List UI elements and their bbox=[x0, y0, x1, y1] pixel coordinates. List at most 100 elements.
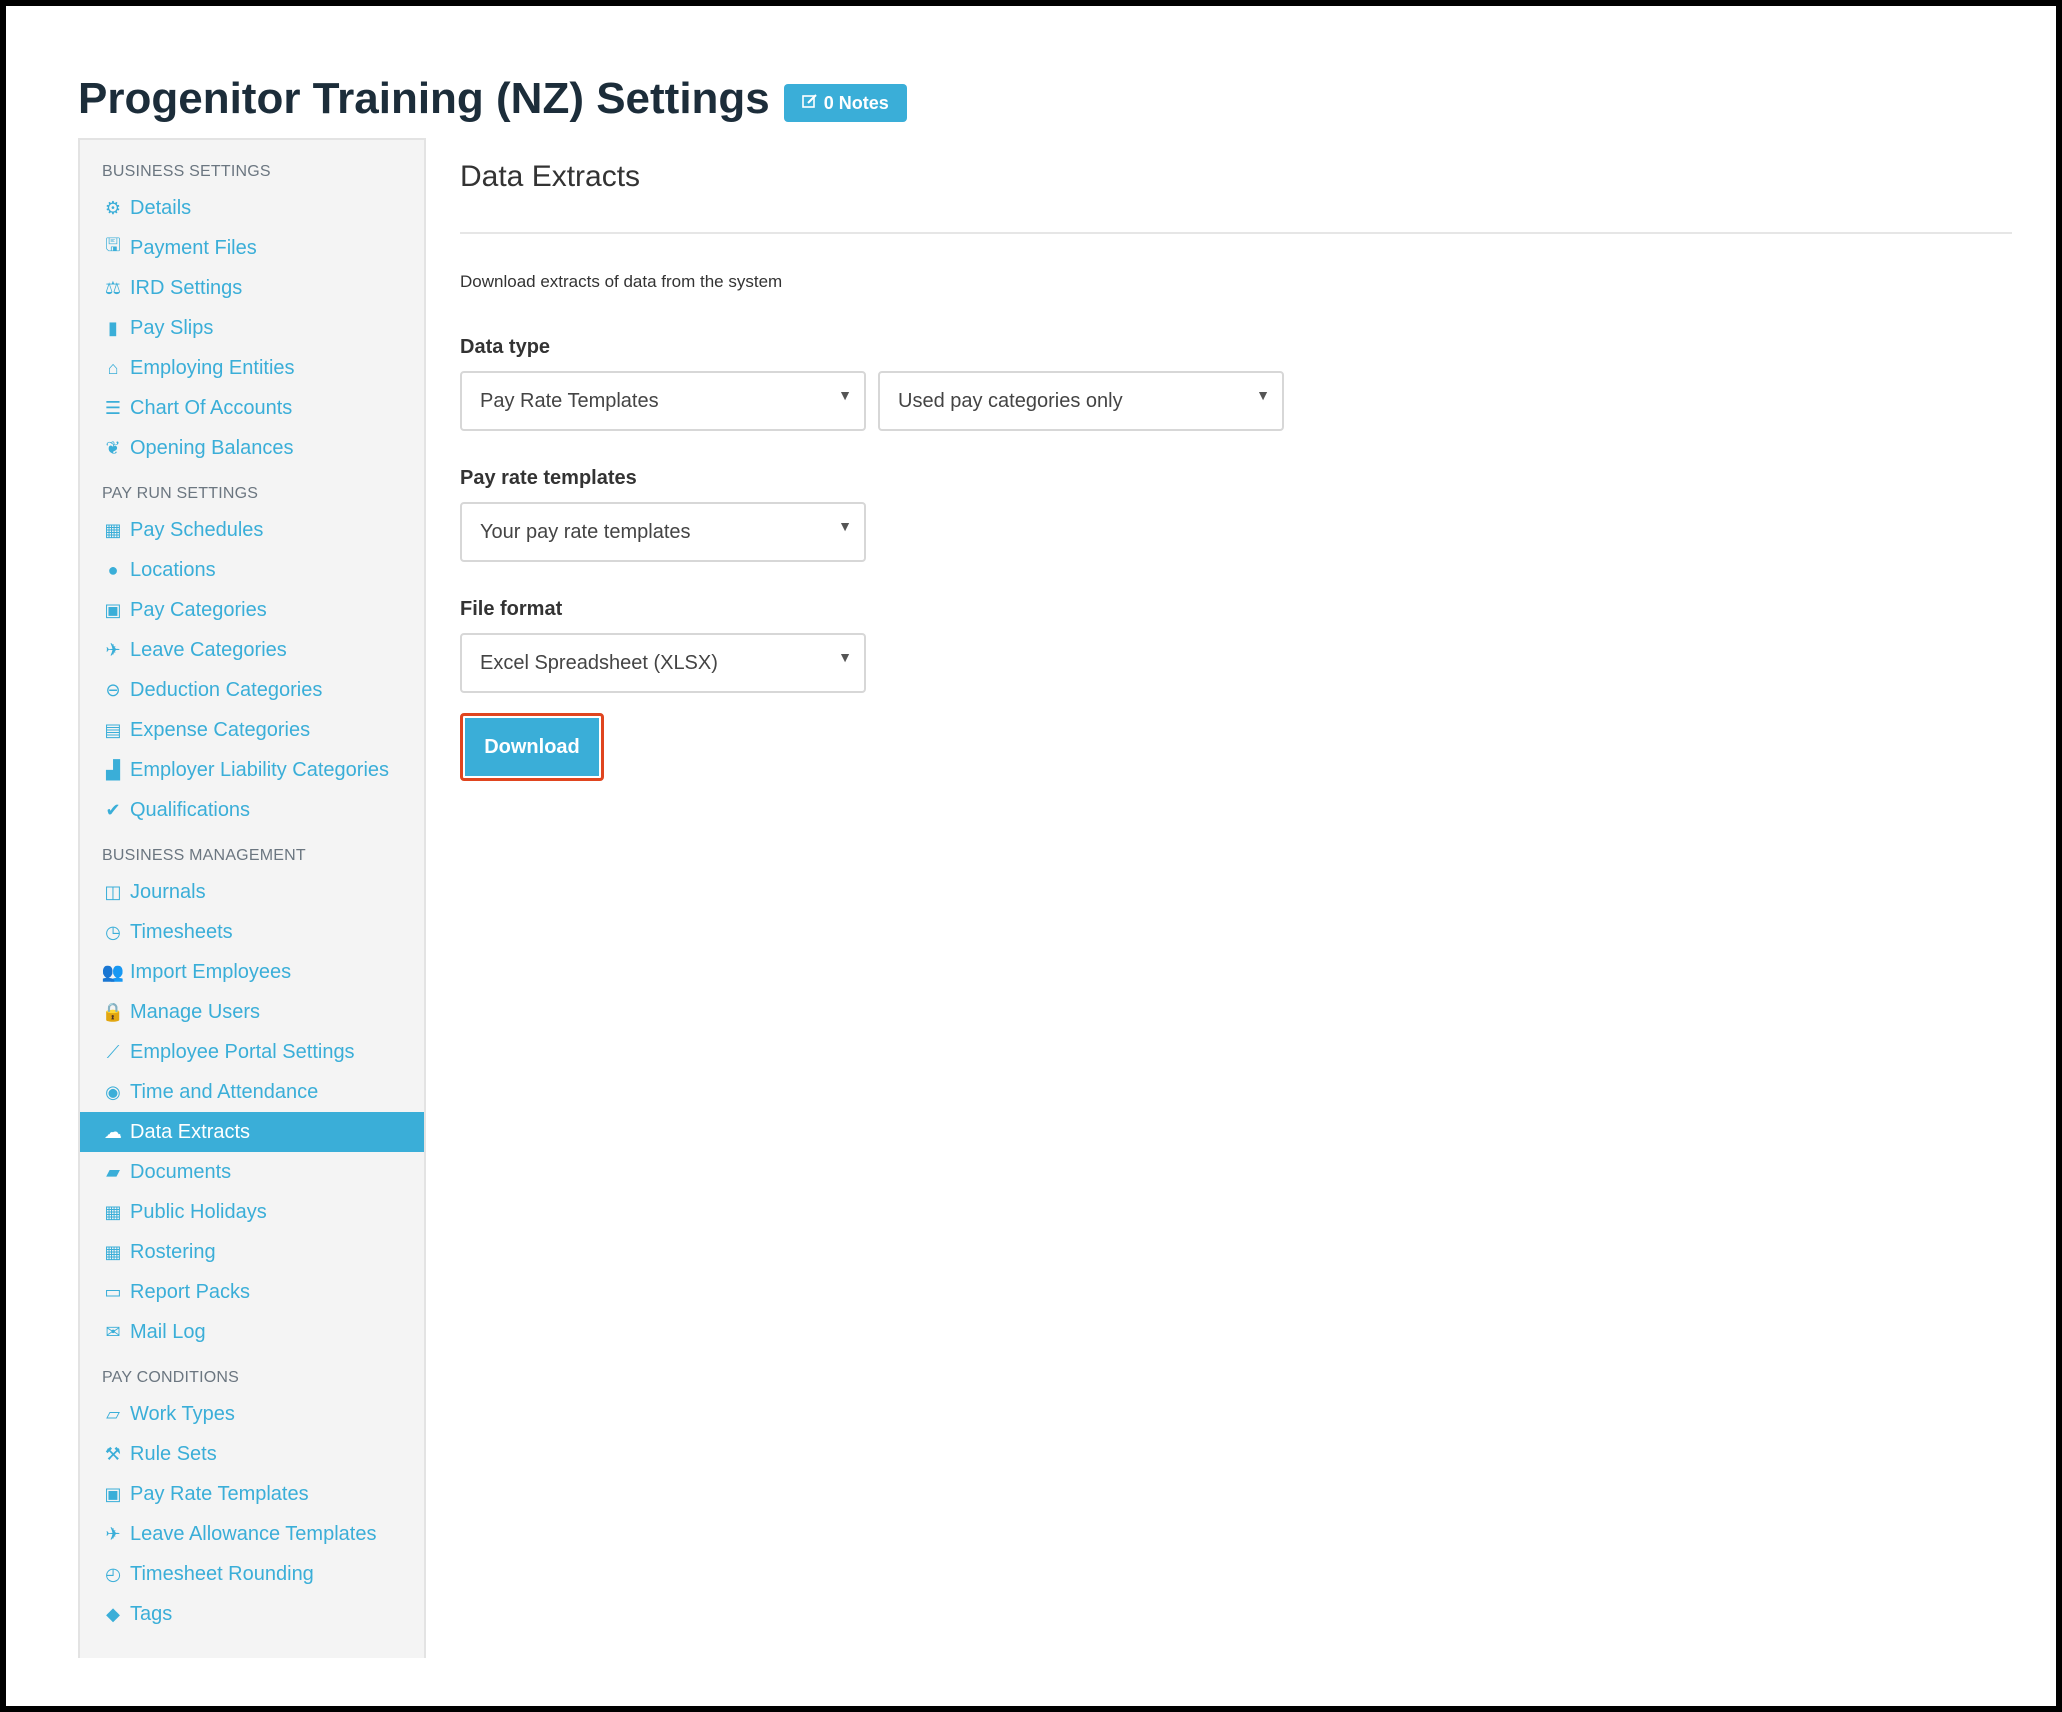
sidebar-item-label: Documents bbox=[130, 1160, 232, 1183]
file-format-label: File format bbox=[460, 598, 563, 620]
sidebar-item-label: Public Holidays bbox=[130, 1200, 267, 1223]
folder-icon: ▰ bbox=[106, 1161, 120, 1182]
sidebar-item-label: Pay Categories bbox=[130, 598, 267, 621]
section-title: Data Extracts bbox=[460, 160, 641, 193]
sidebar-item-label: Timesheets bbox=[130, 920, 233, 943]
book-icon: ▱ bbox=[106, 1403, 120, 1424]
sidebar-item-mail-log[interactable]: ✉ Mail Log bbox=[80, 1312, 424, 1352]
sidebar-item-label: Rostering bbox=[130, 1240, 216, 1263]
pay-rate-templates-value: Your pay rate templates bbox=[480, 520, 691, 543]
notes-button[interactable]: 0 Notes bbox=[783, 84, 907, 122]
cloud-download-icon: ☁ bbox=[104, 1121, 122, 1142]
sidebar-item-label: Manage Users bbox=[130, 1000, 261, 1023]
sidebar-item-data-extracts[interactable]: ☁ Data Extracts bbox=[80, 1112, 424, 1152]
users-icon: 👥 bbox=[101, 961, 125, 982]
tag-icon: ◆ bbox=[106, 1603, 120, 1624]
sidebar-item-time-and-attendance[interactable]: ◉ Time and Attendance bbox=[80, 1072, 424, 1112]
data-type-filter-value: Used pay categories only bbox=[898, 389, 1123, 412]
sidebar-item-rule-sets[interactable]: ⚒ Rule Sets bbox=[80, 1434, 424, 1474]
sidebar-item-details[interactable]: ⚙ Details bbox=[80, 188, 424, 228]
settings-sidebar: BUSINESS SETTINGS ⚙ Details 🖫 Payment File… bbox=[78, 138, 426, 1658]
sidebar-item-pay-schedules[interactable]: ▦ Pay Schedules bbox=[80, 510, 424, 550]
sidebar-item-rostering[interactable]: ▦ Rostering bbox=[80, 1232, 424, 1272]
archive-icon: ▤ bbox=[104, 719, 122, 740]
data-type-select[interactable]: Pay Rate Templates ▼ bbox=[460, 371, 866, 431]
sidebar-item-label: Timesheet Rounding bbox=[130, 1562, 314, 1585]
sidebar-item-locations[interactable]: ● Locations bbox=[80, 550, 424, 590]
envelope-icon: ✉ bbox=[105, 1321, 121, 1342]
sidebar-item-pay-rate-templates[interactable]: ▣ Pay Rate Templates bbox=[80, 1474, 424, 1514]
sidebar-item-leave-categories[interactable]: ✈ Leave Categories bbox=[80, 630, 424, 670]
leaf-icon: ❦ bbox=[105, 437, 121, 458]
file-format-row: Excel Spreadsheet (XLSX) ▼ bbox=[460, 633, 2012, 693]
calendar-icon: ▦ bbox=[104, 1201, 122, 1222]
sidebar-item-label: Deduction Categories bbox=[130, 678, 323, 701]
sidebar-item-report-packs[interactable]: ▭ Report Packs bbox=[80, 1272, 424, 1312]
page-title: Progenitor Training (NZ) Settings bbox=[78, 74, 770, 123]
sidebar-section-label: BUSINESS SETTINGS bbox=[102, 163, 271, 180]
pay-rate-templates-row: Your pay rate templates ▼ bbox=[460, 502, 2012, 562]
sidebar-item-payment-files[interactable]: 🖫 Payment Files bbox=[80, 228, 424, 268]
sidebar-item-ird-settings[interactable]: ⚖ IRD Settings bbox=[80, 268, 424, 308]
file-format-select[interactable]: Excel Spreadsheet (XLSX) ▼ bbox=[460, 633, 866, 693]
download-highlight: Download bbox=[460, 713, 604, 781]
sidebar-item-label: Report Packs bbox=[130, 1280, 251, 1303]
caret-down-icon: ▼ bbox=[838, 387, 852, 403]
columns-icon: ◫ bbox=[104, 881, 122, 902]
sidebar-item-tags[interactable]: ◆ Tags bbox=[80, 1594, 424, 1634]
money-icon: ▣ bbox=[104, 599, 122, 620]
data-type-row: Pay Rate Templates ▼ Used pay categories… bbox=[460, 371, 2012, 431]
data-type-filter-select[interactable]: Used pay categories only ▼ bbox=[878, 371, 1284, 431]
sidebar-item-label: Pay Slips bbox=[130, 316, 214, 339]
sidebar-item-qualifications[interactable]: ✔ Qualifications bbox=[80, 790, 424, 830]
sidebar-item-timesheet-rounding[interactable]: ◴ Timesheet Rounding bbox=[80, 1554, 424, 1594]
sidebar-item-label: Mail Log bbox=[130, 1320, 206, 1343]
page-frame: Progenitor Training (NZ) Settings 0 Note… bbox=[6, 6, 2056, 1706]
sidebar-item-public-holidays[interactable]: ▦ Public Holidays bbox=[80, 1192, 424, 1232]
sidebar-item-expense-categories[interactable]: ▤ Expense Categories bbox=[80, 710, 424, 750]
sidebar-item-label: Employee Portal Settings bbox=[130, 1040, 355, 1063]
sidebar-item-label: Payment Files bbox=[130, 236, 257, 259]
file-format-value: Excel Spreadsheet (XLSX) bbox=[480, 651, 718, 674]
sidebar-item-timesheets[interactable]: ◷ Timesheets bbox=[80, 912, 424, 952]
sidebar-item-label: Employer Liability Categories bbox=[130, 758, 390, 781]
bank-icon: ⌂ bbox=[107, 357, 119, 378]
sidebar-item-pay-slips[interactable]: ▮ Pay Slips bbox=[80, 308, 424, 348]
download-button[interactable]: Download bbox=[465, 718, 599, 776]
sidebar-item-import-employees[interactable]: 👥 Import Employees bbox=[80, 952, 424, 992]
data-type-value: Pay Rate Templates bbox=[480, 389, 659, 412]
sidebar-item-documents[interactable]: ▰ Documents bbox=[80, 1152, 424, 1192]
clock-o-icon: ◴ bbox=[105, 1563, 121, 1584]
minus-circle-icon: ⊖ bbox=[105, 679, 121, 700]
notes-label: 0 Notes bbox=[823, 92, 889, 113]
sidebar-item-opening-balances[interactable]: ❦ Opening Balances bbox=[80, 428, 424, 468]
check-icon: ✔ bbox=[105, 799, 121, 820]
sidebar-item-label: Qualifications bbox=[130, 798, 251, 821]
sidebar-item-employer-liability-categories[interactable]: ▟ Employer Liability Categories bbox=[80, 750, 424, 790]
sidebar-item-label: Chart Of Accounts bbox=[130, 396, 293, 419]
sidebar-item-label: Import Employees bbox=[130, 960, 292, 983]
sidebar-item-label: Details bbox=[130, 196, 192, 219]
sidebar-item-manage-users[interactable]: 🔒 Manage Users bbox=[80, 992, 424, 1032]
plane-icon: ✈ bbox=[105, 639, 121, 660]
sidebar-item-pay-categories[interactable]: ▣ Pay Categories bbox=[80, 590, 424, 630]
globe-icon: ● bbox=[107, 559, 119, 580]
user-circle-icon: ◉ bbox=[105, 1081, 121, 1102]
sidebar-item-label: Time and Attendance bbox=[130, 1080, 319, 1103]
sidebar-item-label: Tags bbox=[130, 1602, 173, 1625]
sidebar-item-deduction-categories[interactable]: ⊖ Deduction Categories bbox=[80, 670, 424, 710]
pay-rate-templates-select[interactable]: Your pay rate templates ▼ bbox=[460, 502, 866, 562]
sidebar-item-journals[interactable]: ◫ Journals bbox=[80, 872, 424, 912]
sidebar-item-work-types[interactable]: ▱ Work Types bbox=[80, 1394, 424, 1434]
sidebar-item-employing-entities[interactable]: ⌂ Employing Entities bbox=[80, 348, 424, 388]
magic-wand-icon: ⟋ bbox=[106, 1041, 120, 1062]
lock-icon: 🔒 bbox=[101, 1001, 125, 1022]
sidebar-item-leave-allowance-templates[interactable]: ✈ Leave Allowance Templates bbox=[80, 1514, 424, 1554]
sidebar-section-label: PAY RUN SETTINGS bbox=[102, 485, 259, 502]
industry-icon: ▟ bbox=[106, 759, 120, 780]
gavel-icon: ⚒ bbox=[104, 1443, 122, 1464]
sidebar-item-chart-of-accounts[interactable]: ☰ Chart Of Accounts bbox=[80, 388, 424, 428]
caret-down-icon: ▼ bbox=[838, 649, 852, 665]
sidebar-item-employee-portal-settings[interactable]: ⟋ Employee Portal Settings bbox=[80, 1032, 424, 1072]
sidebar-section-label: PAY CONDITIONS bbox=[102, 1369, 240, 1386]
